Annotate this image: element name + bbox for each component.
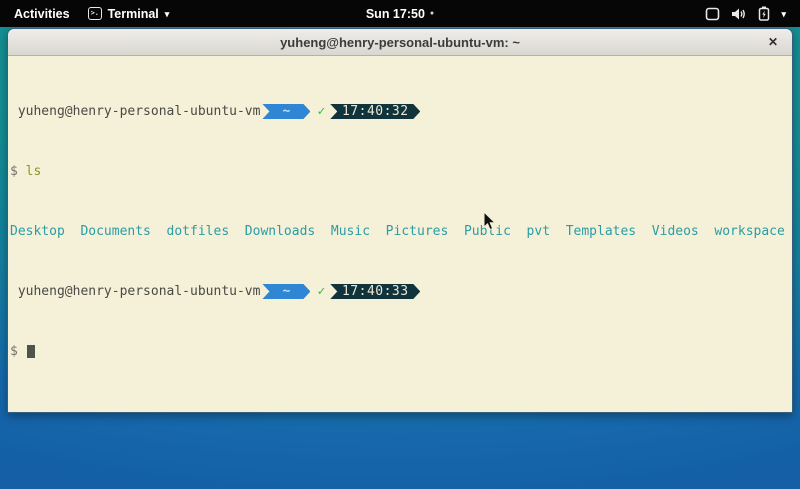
battery-charging-icon xyxy=(758,6,770,21)
prompt-cwd-segment: ~ xyxy=(262,104,310,119)
command-text: ls xyxy=(26,164,42,179)
prompt-user-host: yuheng@henry-personal-ubuntu-vm xyxy=(10,284,260,299)
prompt-dollar: $ xyxy=(10,164,18,179)
system-chevron-down-icon: ▾ xyxy=(781,9,786,20)
prompt-time-segment: 17:40:33 xyxy=(330,284,420,299)
gnome-top-bar: Activities >. Terminal ▾ Sun 17:50 ● ▾ xyxy=(0,0,800,27)
prompt-line-1: yuheng@henry-personal-ubuntu-vm ~ ✓ 17:4… xyxy=(10,104,790,119)
prompt-time-segment: 17:40:32 xyxy=(330,104,420,119)
chevron-down-icon: ▾ xyxy=(165,9,170,20)
terminal-icon: >. xyxy=(88,7,102,20)
clock-button[interactable]: Sun 17:50 ● xyxy=(366,7,434,21)
app-menu-terminal[interactable]: >. Terminal ▾ xyxy=(88,7,170,21)
command-line-2: $ xyxy=(10,344,790,359)
check-icon: ✓ xyxy=(317,284,325,299)
terminal-window: yuheng@henry-personal-ubuntu-vm: ~ ✕ yuh… xyxy=(7,28,793,413)
activities-button[interactable]: Activities xyxy=(10,5,74,23)
terminal-titlebar[interactable]: yuheng@henry-personal-ubuntu-vm: ~ ✕ xyxy=(8,29,792,56)
prompt-line-2: yuheng@henry-personal-ubuntu-vm ~ ✓ 17:4… xyxy=(10,284,790,299)
top-bar-left: Activities >. Terminal ▾ xyxy=(0,5,169,23)
command-line-1: $ ls xyxy=(10,164,790,179)
prompt-cwd-segment: ~ xyxy=(262,284,310,299)
prompt-dollar: $ xyxy=(10,344,18,359)
terminal-cursor xyxy=(27,345,35,358)
terminal-content[interactable]: yuheng@henry-personal-ubuntu-vm ~ ✓ 17:4… xyxy=(8,56,792,412)
app-menu-label: Terminal xyxy=(108,7,159,21)
check-icon: ✓ xyxy=(317,104,325,119)
volume-icon xyxy=(731,7,747,21)
close-button[interactable]: ✕ xyxy=(764,33,782,51)
window-title: yuheng@henry-personal-ubuntu-vm: ~ xyxy=(280,35,520,50)
system-status-area[interactable]: ▾ xyxy=(705,6,800,21)
prompt-user-host: yuheng@henry-personal-ubuntu-vm xyxy=(10,104,260,119)
ls-output-line: Desktop Documents dotfiles Downloads Mus… xyxy=(10,224,790,239)
notification-dot-icon: ● xyxy=(430,10,434,17)
clock-label: Sun 17:50 xyxy=(366,7,425,21)
screen-icon xyxy=(705,7,720,21)
